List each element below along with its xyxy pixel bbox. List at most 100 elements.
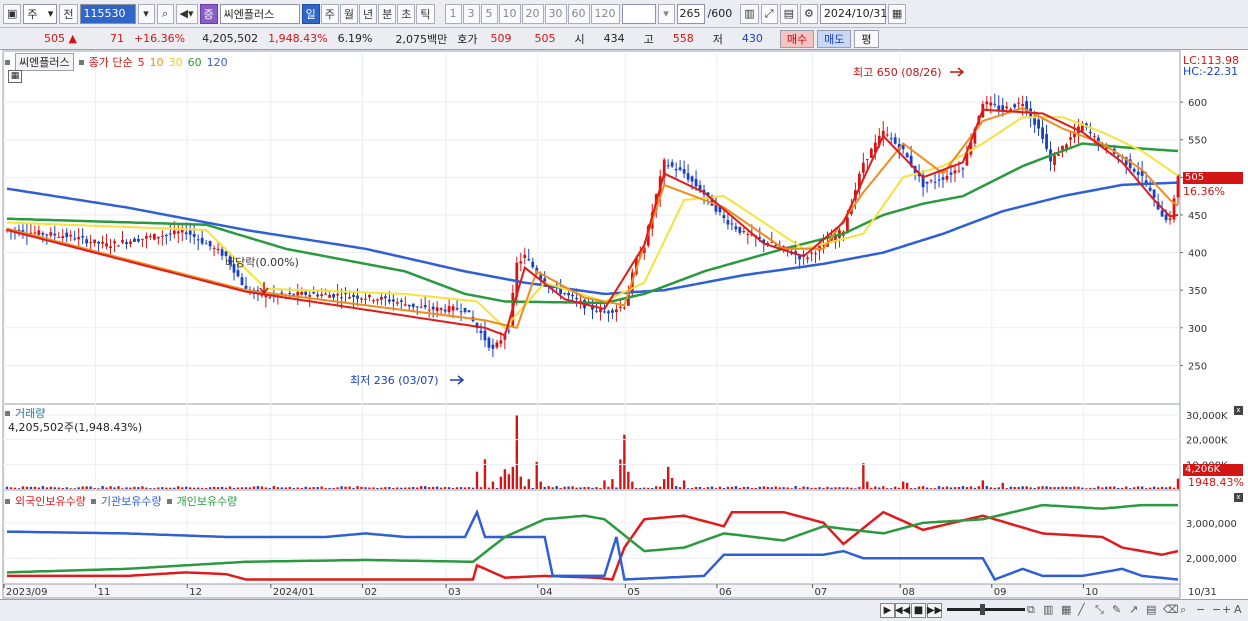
volume-bar bbox=[463, 487, 467, 489]
candle-body bbox=[495, 342, 499, 348]
volume-bar bbox=[937, 486, 941, 489]
prev-button[interactable]: 전 bbox=[59, 3, 78, 24]
price-y-tick-label: 550 bbox=[1188, 136, 1207, 147]
volume-bar bbox=[33, 486, 37, 489]
magnify-icon[interactable]: ⌕ bbox=[1180, 603, 1186, 617]
interval-tab-분[interactable]: 분 bbox=[378, 3, 397, 24]
volume-bar bbox=[1081, 487, 1084, 489]
legend-marker-icon bbox=[5, 59, 10, 65]
grid-icon[interactable]: ▦ bbox=[1061, 603, 1071, 616]
price-legend: 씨엔플러스 종가 단순 5 10 30 60 120 bbox=[5, 53, 228, 71]
volume-bar bbox=[1001, 482, 1004, 489]
tick-button-10[interactable]: 10 bbox=[498, 3, 521, 24]
candle-body bbox=[1136, 171, 1140, 175]
volume-bar bbox=[145, 487, 148, 489]
dropdown-icon[interactable]: ▾ bbox=[137, 3, 155, 24]
arrow-tool-icon[interactable]: ↗ bbox=[1129, 603, 1138, 616]
date-input[interactable]: 2024/10/31 bbox=[819, 3, 887, 24]
tick-button-30[interactable]: 30 bbox=[544, 3, 567, 24]
copy-icon[interactable]: ⧉ bbox=[1027, 603, 1035, 617]
volume-bar bbox=[268, 487, 272, 489]
volume-bar bbox=[499, 476, 503, 489]
period-dropdown[interactable]: 주 ▾ bbox=[23, 3, 58, 24]
calculator-icon[interactable]: ▦ bbox=[8, 70, 22, 83]
candle-body bbox=[387, 299, 391, 302]
close-panel-icon[interactable]: x bbox=[1234, 406, 1243, 415]
eraser-icon[interactable]: ⌫ bbox=[1163, 603, 1179, 616]
volume-bar bbox=[945, 486, 949, 489]
rewind-icon[interactable]: ◀◀ bbox=[895, 603, 910, 618]
sell-button[interactable]: 매도 bbox=[817, 29, 852, 48]
zoom-slider[interactable] bbox=[947, 608, 1025, 611]
volume-bar bbox=[443, 486, 447, 489]
layout-icon[interactable]: ▥ bbox=[1043, 603, 1053, 616]
zoom-out-icon[interactable]: − bbox=[1196, 603, 1205, 616]
candle-body bbox=[85, 239, 89, 244]
candle-body bbox=[69, 234, 73, 237]
volume-bar bbox=[778, 487, 781, 489]
zoom-slider-handle[interactable] bbox=[980, 604, 985, 615]
save-image-icon[interactable]: ▤ bbox=[1146, 603, 1156, 616]
candle-type-icon[interactable]: ▥ bbox=[740, 3, 759, 24]
interval-tab-주[interactable]: 주 bbox=[320, 3, 339, 24]
candle-body bbox=[41, 232, 45, 235]
interval-tab-초[interactable]: 초 bbox=[397, 3, 416, 24]
custom-tick-dropdown-icon[interactable]: ▾ bbox=[657, 3, 675, 24]
stock-code-input[interactable]: 115530 bbox=[79, 3, 136, 24]
candle-body bbox=[336, 294, 339, 296]
foreign-legend: 외국인보유수량 bbox=[15, 495, 86, 508]
custom-tick-input[interactable] bbox=[621, 3, 656, 24]
speaker-icon[interactable]: ◀▾ bbox=[175, 3, 198, 24]
interval-tab-일[interactable]: 일 bbox=[301, 3, 320, 24]
volume-bar bbox=[842, 487, 845, 489]
candle-body bbox=[268, 296, 272, 298]
eval-button[interactable]: 평 bbox=[854, 29, 879, 48]
stop-icon[interactable]: ■ bbox=[911, 603, 926, 618]
window-icon[interactable]: ▣ bbox=[3, 3, 22, 24]
volume-bar bbox=[300, 487, 303, 489]
interval-tab-틱[interactable]: 틱 bbox=[416, 3, 435, 24]
fast-forward-icon[interactable]: ▶▶ bbox=[927, 603, 942, 618]
interval-tab-년[interactable]: 년 bbox=[359, 3, 378, 24]
volume-bar bbox=[878, 487, 881, 489]
buy-button[interactable]: 매수 bbox=[779, 29, 815, 48]
interval-tab-월[interactable]: 월 bbox=[339, 3, 359, 24]
gear-icon[interactable]: ⚙ bbox=[800, 3, 818, 24]
period-dropdown-value: 주 bbox=[27, 7, 38, 21]
font-size-icon[interactable]: A bbox=[1234, 603, 1242, 616]
volume-bar bbox=[961, 486, 965, 489]
calendar-icon[interactable]: ▦ bbox=[887, 3, 907, 24]
count-input[interactable]: 265 bbox=[676, 3, 705, 24]
candle-body bbox=[37, 230, 41, 235]
save-icon[interactable]: ▤ bbox=[779, 3, 799, 24]
draw-tool-icon[interactable]: ✎ bbox=[1112, 603, 1121, 616]
draw-line-icon[interactable]: ╱ bbox=[1078, 603, 1085, 616]
volume-bar bbox=[49, 486, 52, 489]
volume-bar bbox=[264, 487, 268, 489]
volume-bar bbox=[1176, 478, 1180, 489]
scroll-right-icon[interactable]: ▶ bbox=[880, 603, 895, 618]
candle-body bbox=[1168, 218, 1172, 220]
tick-button-3[interactable]: 3 bbox=[462, 3, 480, 24]
stock-name-field[interactable]: 씨엔플러스 bbox=[219, 3, 300, 24]
volume-bar bbox=[57, 487, 60, 489]
volume-bar bbox=[173, 487, 176, 489]
draw-tool-icon[interactable]: ⤢ bbox=[760, 3, 778, 24]
volume-bar bbox=[428, 487, 431, 489]
candle-body bbox=[61, 236, 65, 239]
chart-area[interactable]: 2503003504004505005506002023/0911122024/… bbox=[0, 50, 1248, 599]
plus-icon[interactable]: + bbox=[1222, 603, 1231, 616]
candle-body bbox=[499, 340, 503, 344]
tick-button-5[interactable]: 5 bbox=[480, 3, 498, 24]
tick-button-20[interactable]: 20 bbox=[521, 3, 544, 24]
price-panel-title[interactable]: 씨엔플러스 bbox=[15, 53, 74, 71]
close-panel-icon[interactable]: x bbox=[1234, 493, 1243, 502]
trend-icon[interactable]: ⤡ bbox=[1095, 603, 1104, 617]
candle-body bbox=[885, 134, 889, 136]
tick-button-60[interactable]: 60 bbox=[567, 3, 590, 24]
volume-bar bbox=[324, 487, 327, 489]
tick-button-120[interactable]: 120 bbox=[590, 3, 620, 24]
tick-button-1[interactable]: 1 bbox=[444, 3, 462, 24]
search-icon[interactable]: ⌕ bbox=[156, 3, 174, 24]
minus-icon[interactable]: − bbox=[1212, 603, 1221, 616]
